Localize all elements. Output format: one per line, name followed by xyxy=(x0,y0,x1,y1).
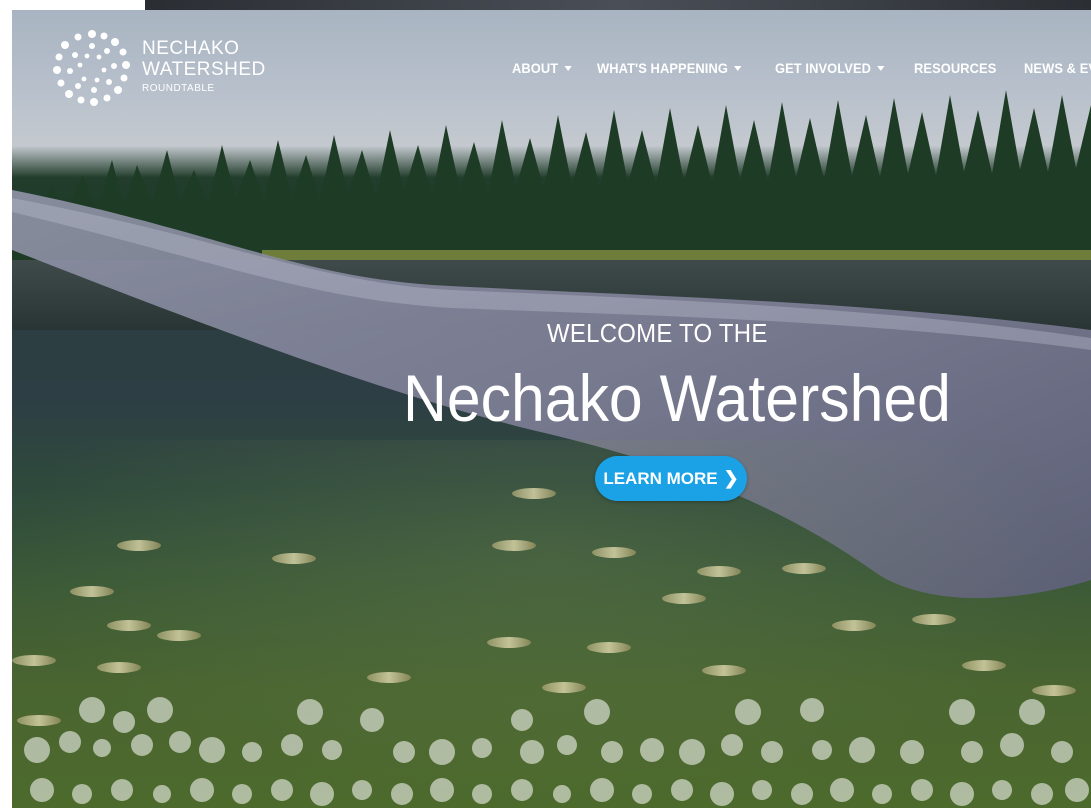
decorative-dots-pattern xyxy=(24,697,1089,806)
brand-name-line3: ROUNDTABLE xyxy=(142,83,215,94)
chevron-right-icon: ❯ xyxy=(723,468,739,488)
caret-down-icon xyxy=(564,65,573,71)
fish xyxy=(117,540,161,551)
fish xyxy=(962,660,1006,671)
brand-name-line1: NECHAKO xyxy=(142,38,240,59)
fish xyxy=(107,620,151,631)
nav-item-label: NEWS & EVENTS xyxy=(1023,60,1091,76)
nav-item-about[interactable]: ABOUT xyxy=(512,57,573,79)
fish xyxy=(97,662,141,673)
nav-item-whats-happening[interactable]: WHAT'S HAPPENING xyxy=(597,57,743,79)
fish xyxy=(487,637,531,648)
fish xyxy=(367,672,411,683)
brand-name-line2: WATERSHED xyxy=(142,59,266,80)
fish xyxy=(587,642,631,653)
fish xyxy=(662,593,706,604)
sunburst-logo-icon xyxy=(53,30,130,106)
nav-item-get-involved[interactable]: GET INVOLVED xyxy=(775,57,885,79)
site-logo[interactable]: NECHAKO WATERSHED ROUNDTABLE xyxy=(52,28,282,108)
screenshot-top-margin xyxy=(0,0,145,8)
nav-item-resources[interactable]: RESOURCES xyxy=(914,57,996,79)
fish xyxy=(157,630,201,641)
fish xyxy=(272,553,316,564)
hero-banner: NECHAKO WATERSHED ROUNDTABLE ABOUT WHAT'… xyxy=(12,10,1091,808)
fish xyxy=(492,540,536,551)
nav-item-label: GET INVOLVED xyxy=(774,60,871,76)
fish xyxy=(697,566,741,577)
learn-more-label: LEARN MORE xyxy=(603,468,718,488)
learn-more-button[interactable]: LEARN MORE ❯ xyxy=(595,456,747,501)
nav-item-label: ABOUT xyxy=(512,60,559,76)
fish xyxy=(12,655,56,666)
fish xyxy=(832,620,876,631)
hero-eyebrow: WELCOME TO THE xyxy=(547,318,768,348)
fish xyxy=(70,586,114,597)
fish xyxy=(912,614,956,625)
caret-down-icon xyxy=(877,65,885,71)
main-navigation: ABOUT WHAT'S HAPPENING GET INVOLVED RESO… xyxy=(512,57,1091,79)
fish xyxy=(592,547,636,558)
nav-item-label: RESOURCES xyxy=(914,60,997,76)
nav-item-news-events[interactable]: NEWS & EVENTS xyxy=(1024,57,1091,79)
hero-title: Nechako Watershed xyxy=(403,361,951,435)
fish xyxy=(782,563,826,574)
fish xyxy=(512,488,556,499)
fish xyxy=(702,665,746,676)
caret-down-icon xyxy=(734,65,743,71)
nav-item-label: WHAT'S HAPPENING xyxy=(597,60,729,76)
